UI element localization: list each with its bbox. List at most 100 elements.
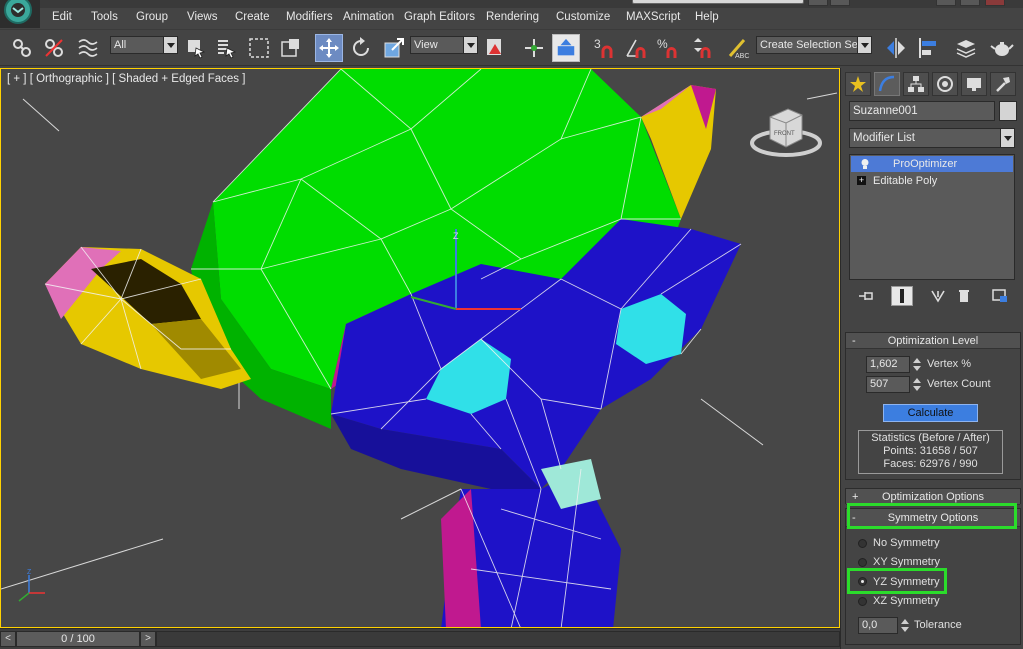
select-and-move-button[interactable] [315,34,343,62]
viewcube-front-label: FRONT [774,131,795,137]
search-button[interactable] [808,0,828,6]
rectangular-selection-button[interactable] [245,34,273,62]
time-slider[interactable]: 0 / 100 [16,631,140,647]
edit-named-selection-button[interactable]: ABC [724,34,752,62]
modifier-list-select[interactable]: Modifier List [849,128,1015,148]
align-icon [919,38,936,58]
layer-manager-button[interactable] [952,34,980,62]
menu-tools[interactable]: Tools [91,11,118,23]
vertex-percent-field[interactable]: 1,602 [866,356,910,373]
rollout-title: Optimization Options [881,491,985,503]
menu-rendering[interactable]: Rendering [486,11,539,23]
tab-modify[interactable] [874,72,900,96]
close-button[interactable] [985,0,1005,6]
app-logo[interactable] [0,0,40,28]
vertex-percent-spinner[interactable] [912,356,922,373]
chevron-down-icon [857,37,871,53]
named-selection-icon: ABC [728,39,749,60]
viewport-perspective[interactable]: Z [ + ] [ Orthographic ] [ Shaded + Edge… [0,68,840,628]
object-name-field[interactable]: Suzanne001 [849,101,995,121]
calculate-button[interactable]: Calculate [883,404,978,422]
menu-create[interactable]: Create [235,11,270,23]
next-frame-button[interactable]: > [140,631,156,647]
tab-create[interactable] [845,72,871,96]
rotate-icon [353,37,369,56]
percent-snap-button[interactable]: % [654,34,682,62]
menu-views[interactable]: Views [187,11,217,23]
expand-icon[interactable]: + [857,176,866,185]
menu-animation[interactable]: Animation [343,11,394,23]
select-and-scale-button[interactable] [380,34,408,62]
lightbulb-icon[interactable] [860,158,870,170]
select-and-rotate-button[interactable] [347,34,375,62]
prev-frame-button[interactable]: < [0,631,16,647]
timeline-track[interactable] [156,631,840,647]
vertex-count-field[interactable]: 507 [866,376,910,393]
svg-text:3: 3 [594,37,601,51]
tolerance-field[interactable]: 0,0 [858,617,898,634]
object-color-swatch[interactable] [999,101,1017,121]
stack-item-prooptimizer[interactable]: ProOptimizer [851,156,1013,172]
optimization-level-header[interactable]: - Optimization Level [846,333,1020,349]
percent-snap-icon: % [657,37,677,58]
keyboard-shortcut-override-button[interactable] [552,34,580,62]
tab-display[interactable] [961,72,987,96]
xz-symmetry-label: XZ Symmetry [873,595,940,607]
radio-xz-symmetry[interactable] [858,597,867,606]
named-selection-select[interactable]: Create Selection Se [756,36,872,54]
tab-utilities[interactable] [990,72,1016,96]
motion-icon [937,76,953,92]
selection-filter-select[interactable]: All [110,36,178,54]
unlink-icon [45,39,63,57]
reference-coordinate-select[interactable]: View [410,36,478,54]
configure-icon [992,289,1007,302]
menu-graph-editors[interactable]: Graph Editors [404,11,475,23]
pin-stack-button[interactable] [855,286,877,306]
menu-customize[interactable]: Customize [556,11,610,23]
minimize-button[interactable] [936,0,956,6]
maximize-button[interactable] [960,0,980,6]
menu-edit[interactable]: Edit [52,11,72,23]
info-center-button[interactable] [830,0,850,6]
rect-selection-icon [249,38,269,58]
pivot-center-button[interactable] [482,34,510,62]
named-selection-value: Create Selection Se [760,39,858,51]
remove-modifier-button[interactable] [953,286,975,306]
align-button[interactable] [914,34,942,62]
tab-hierarchy[interactable] [903,72,929,96]
search-input[interactable] [632,0,804,4]
make-unique-button[interactable] [927,286,949,306]
suzanne-mesh: Z [1,69,838,627]
menu-modifiers[interactable]: Modifiers [286,11,333,23]
radio-no-symmetry[interactable] [858,539,867,548]
unlink-button[interactable] [40,34,68,62]
select-object-button[interactable] [182,34,210,62]
manipulate-button[interactable] [520,34,548,62]
radio-xy-symmetry[interactable] [858,558,867,567]
window-crossing-button[interactable] [277,34,305,62]
spinner-snap-button[interactable] [688,34,716,62]
show-end-result-button[interactable] [891,286,913,306]
stack-item-editable-poly[interactable]: + Editable Poly [851,173,1013,189]
link-icon [13,39,31,57]
select-by-name-button[interactable] [212,34,240,62]
viewcube-icon[interactable]: FRONT [744,101,824,161]
statistics-points: Points: 31658 / 507 [883,445,978,457]
angle-snap-button[interactable] [622,34,650,62]
viewport-label[interactable]: [ + ] [ Orthographic ] [ Shaded + Edged … [7,73,245,85]
render-setup-button[interactable] [988,34,1016,62]
vertex-count-spinner[interactable] [912,376,922,393]
tolerance-spinner[interactable] [900,617,910,634]
tab-motion[interactable] [932,72,958,96]
menu-help[interactable]: Help [695,11,719,23]
configure-modifier-sets-button[interactable] [989,286,1011,306]
optimization-options-rollout: + Optimization Options [845,488,1021,505]
mirror-button[interactable] [882,34,910,62]
snap-3d-button[interactable]: 3 [590,34,618,62]
menu-group[interactable]: Group [136,11,168,23]
bind-to-space-warp-button[interactable] [74,34,102,62]
vertex-count-label: Vertex Count [927,378,991,390]
menu-maxscript[interactable]: MAXScript [626,11,680,23]
select-and-link-button[interactable] [8,34,36,62]
end-result-icon [900,289,904,303]
